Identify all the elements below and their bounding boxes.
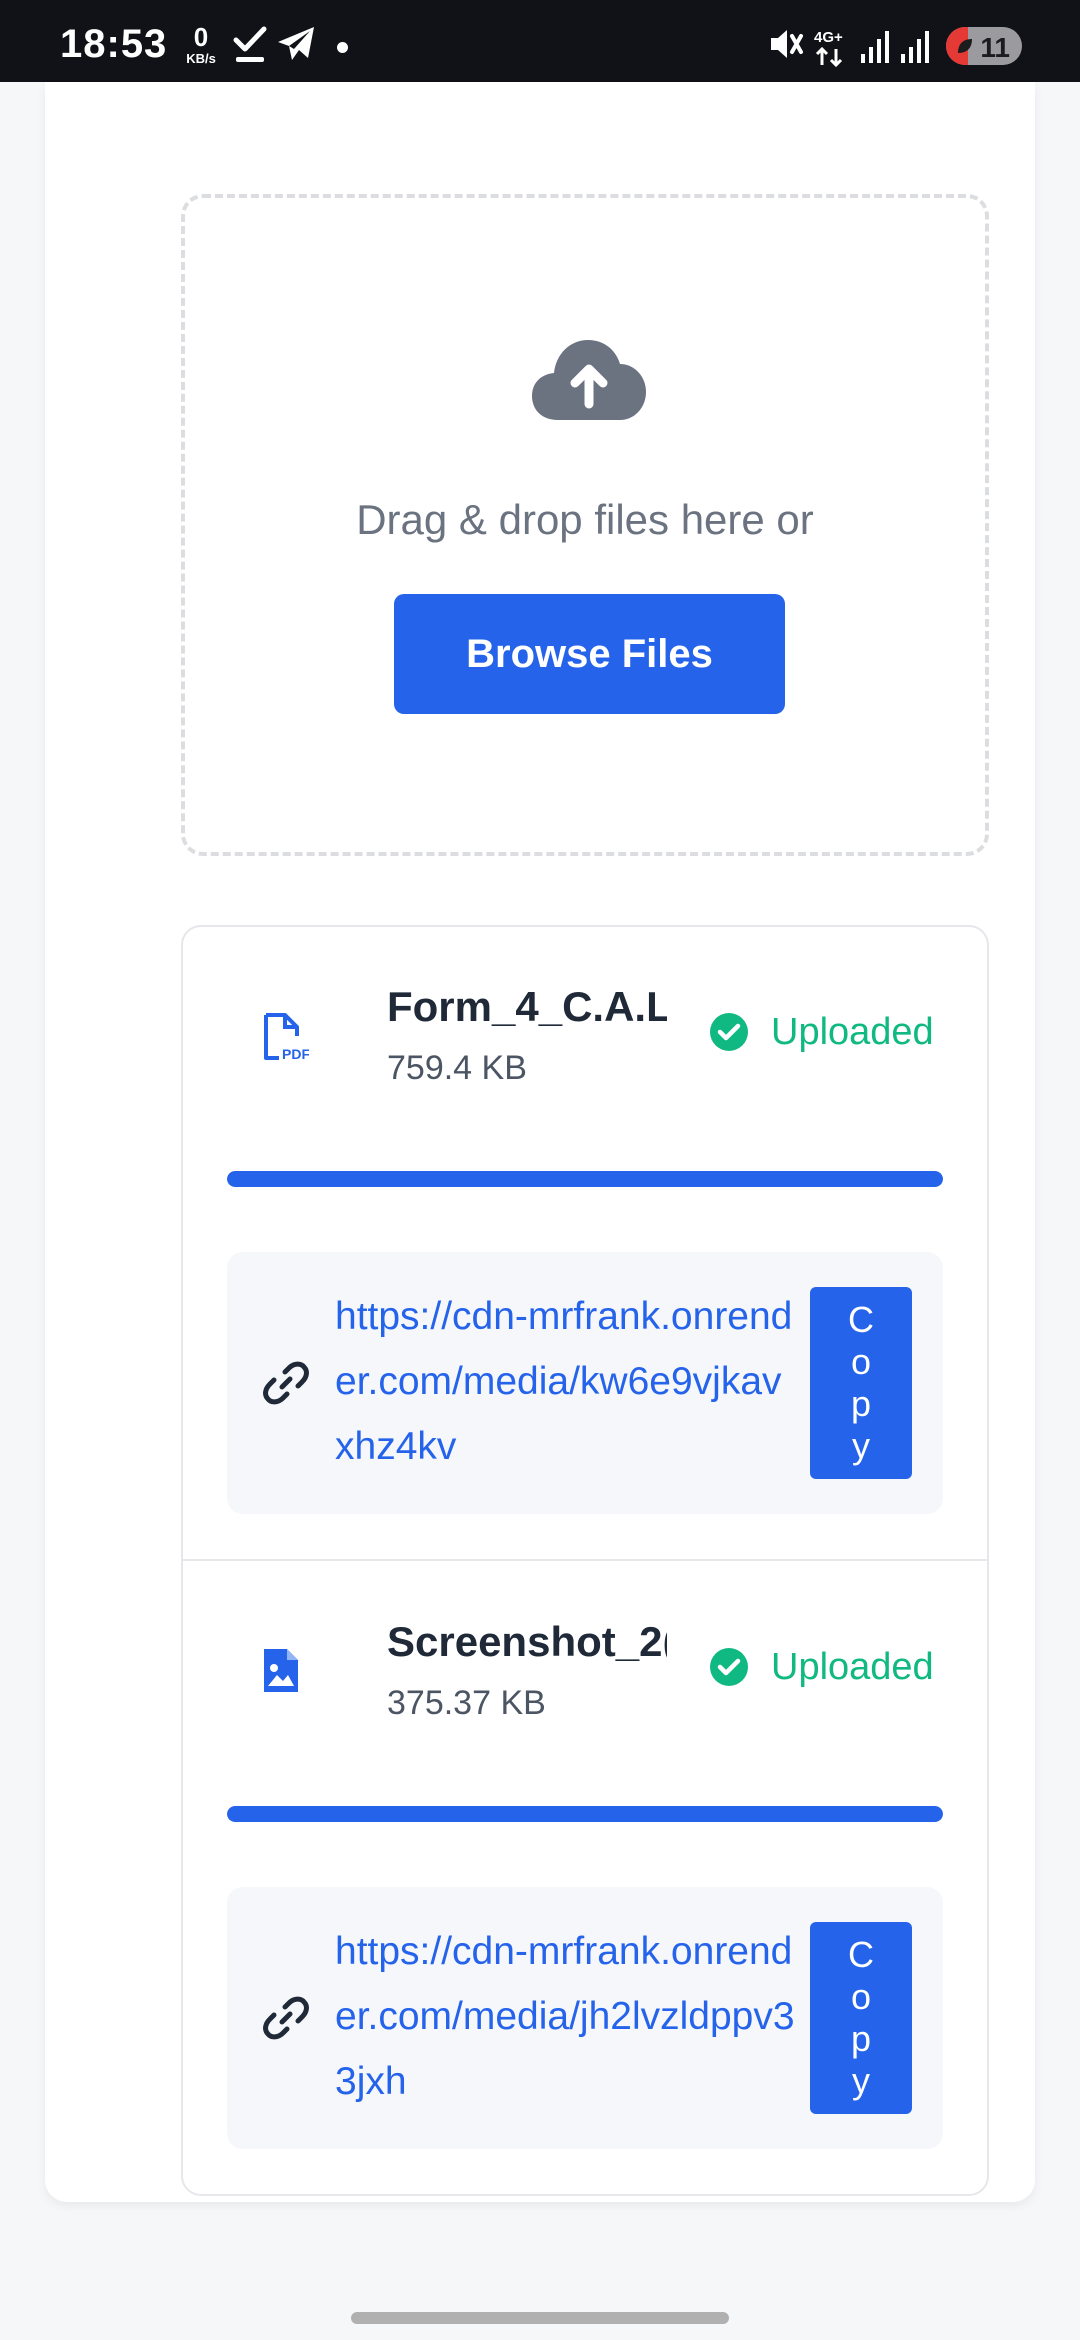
check-icon — [232, 24, 268, 69]
drop-zone-text: Drag & drop files here or — [356, 496, 814, 543]
network-type-label: 4G+ — [814, 29, 843, 46]
network-speed-unit: KB/s — [186, 51, 216, 66]
upload-status: Uploaded — [709, 1646, 934, 1688]
pdf-file-icon: PDF — [261, 1012, 310, 1067]
copy-letter: p — [850, 2018, 872, 2059]
file-name: Screenshot_2( — [387, 1618, 667, 1665]
file-url[interactable]: https://cdn-mrfrank.onrender.com/media/k… — [335, 1284, 795, 1479]
check-circle-icon — [710, 1013, 748, 1051]
copy-letter: p — [850, 1383, 872, 1424]
upload-progress-fill — [227, 1806, 943, 1822]
check-circle-icon — [710, 1648, 748, 1686]
drop-zone[interactable]: Drag & drop files here or Browse Files — [181, 194, 989, 856]
file-link-box: https://cdn-mrfrank.onrender.com/media/k… — [227, 1252, 943, 1514]
home-indicator[interactable] — [351, 2312, 729, 2324]
copy-letter: y — [852, 1425, 870, 1466]
file-url[interactable]: https://cdn-mrfrank.onrender.com/media/j… — [335, 1919, 795, 2114]
uploaded-files-list: PDF Form_4_C.A.L 759.4 KB Uploaded https… — [181, 925, 989, 2196]
copy-letter: o — [850, 1976, 872, 2017]
status-bar: 18:53 0 KB/s 4G+ 11 — [0, 0, 1080, 82]
link-icon — [261, 1993, 311, 2048]
signal-icon — [900, 30, 930, 69]
image-file-icon — [261, 1647, 301, 1700]
notification-dot-icon — [337, 42, 348, 53]
link-icon — [261, 1358, 311, 1413]
status-time: 18:53 — [60, 22, 168, 66]
svg-text:PDF: PDF — [282, 1046, 309, 1062]
upload-progress-bar — [227, 1171, 943, 1187]
signal-icon — [860, 30, 890, 69]
copy-url-button[interactable]: Copy — [810, 1922, 912, 2114]
cloud-upload-icon — [532, 340, 646, 425]
copy-letter: o — [850, 1341, 872, 1382]
upload-card: Drag & drop files here or Browse Files P… — [45, 82, 1035, 2202]
network-type: 4G+ — [814, 30, 844, 67]
telegram-icon — [276, 24, 316, 69]
network-speed: 0 KB/s — [178, 24, 224, 65]
browse-files-button[interactable]: Browse Files — [394, 594, 785, 714]
battery-saver-icon — [958, 39, 972, 53]
network-speed-value: 0 — [193, 22, 209, 52]
file-link-box: https://cdn-mrfrank.onrender.com/media/j… — [227, 1887, 943, 2149]
copy-letter: C — [848, 1299, 874, 1340]
copy-letter: y — [852, 2060, 870, 2101]
upload-status-label: Uploaded — [771, 1645, 934, 1688]
battery-indicator: 11 — [946, 27, 1022, 65]
upload-progress-fill — [227, 1171, 943, 1187]
file-size: 759.4 KB — [387, 1049, 527, 1087]
upload-status-label: Uploaded — [771, 1010, 934, 1053]
copy-url-button[interactable]: Copy — [810, 1287, 912, 1479]
copy-letter: C — [848, 1934, 874, 1975]
upload-status: Uploaded — [709, 1011, 934, 1053]
mute-vibrate-icon — [768, 24, 804, 69]
battery-level: 11 — [980, 32, 1010, 63]
file-name: Form_4_C.A.L — [387, 983, 667, 1030]
file-item: Screenshot_2( 375.37 KB Uploaded https:/… — [183, 1562, 987, 2194]
upload-progress-bar — [227, 1806, 943, 1822]
file-item: PDF Form_4_C.A.L 759.4 KB Uploaded https… — [183, 927, 987, 1561]
file-size: 375.37 KB — [387, 1684, 546, 1722]
